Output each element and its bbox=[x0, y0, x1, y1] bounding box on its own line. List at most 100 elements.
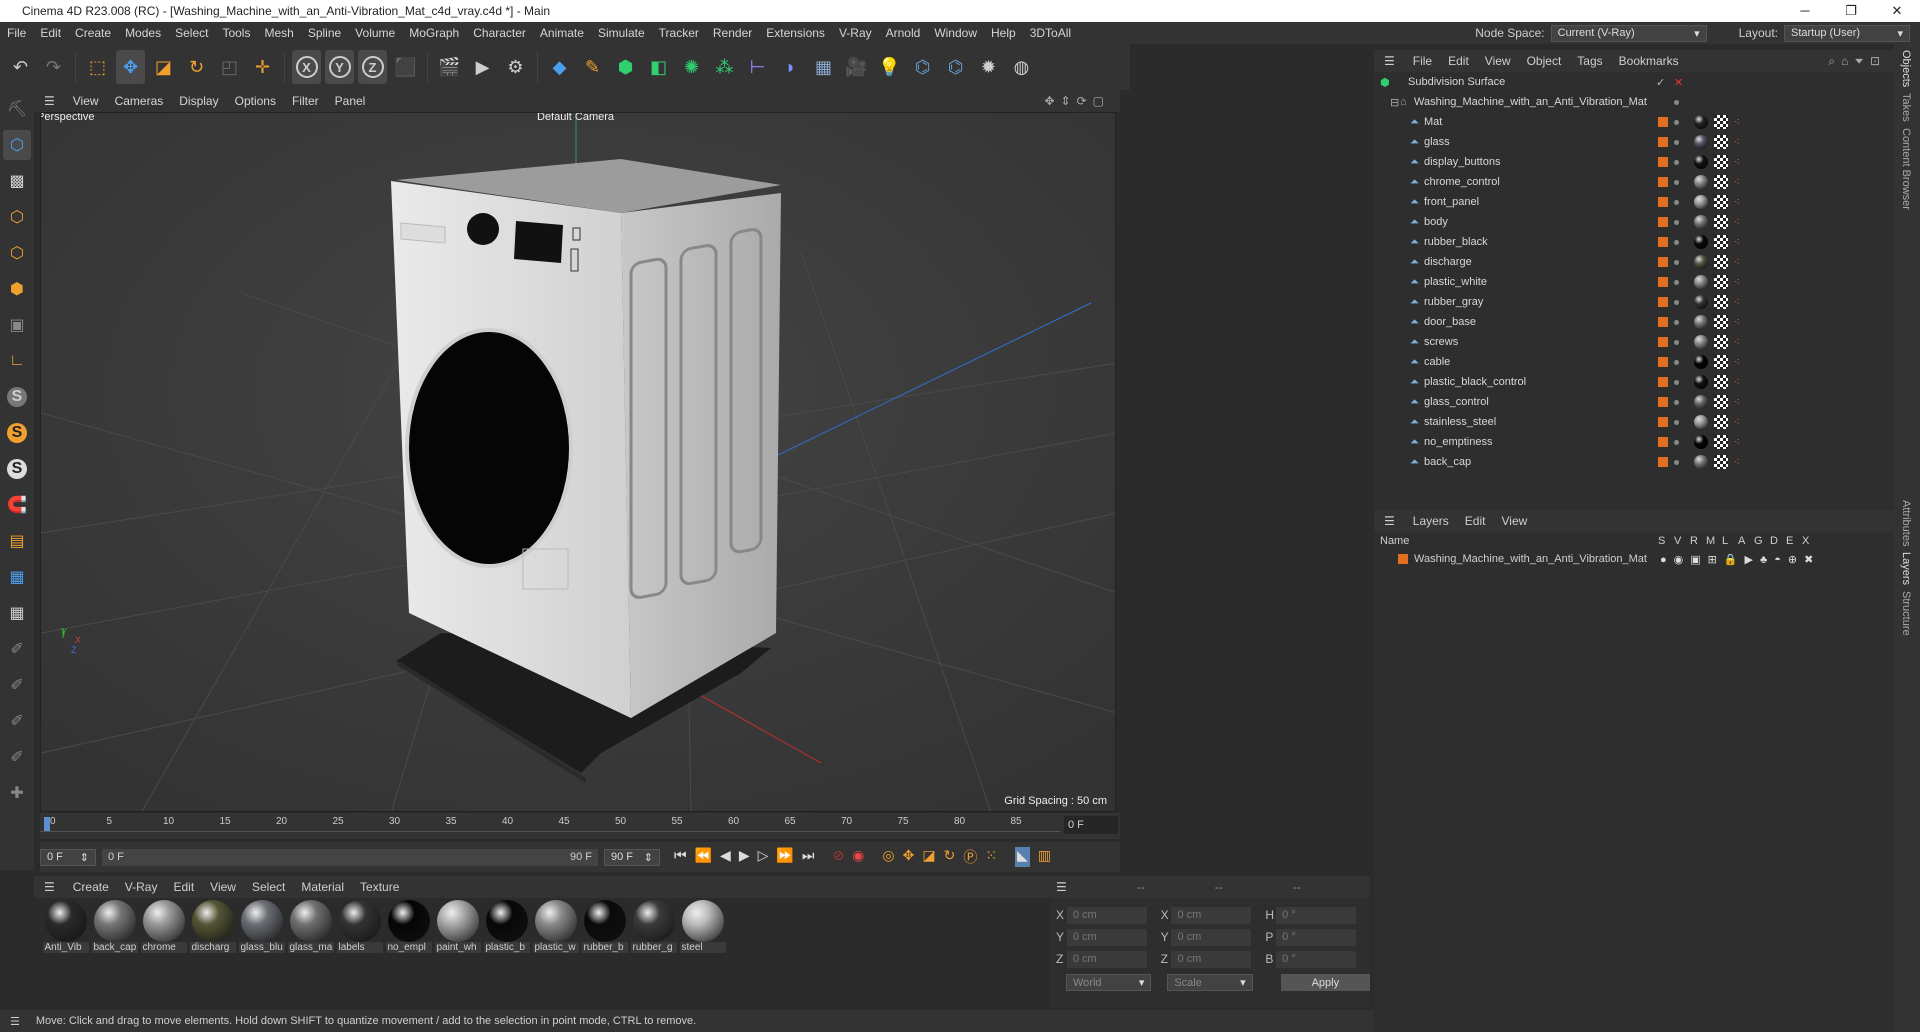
object-row[interactable]: ⏶ display_buttons ⁖ bbox=[1374, 152, 1894, 172]
menu-mograph[interactable]: MoGraph bbox=[402, 26, 466, 40]
material-tag[interactable] bbox=[1694, 215, 1708, 229]
menu-edit[interactable]: Edit bbox=[33, 26, 68, 40]
layer-tag[interactable] bbox=[1658, 397, 1668, 407]
texture-tag[interactable] bbox=[1714, 295, 1728, 309]
coord-space-select[interactable]: World ▾ bbox=[1066, 974, 1152, 991]
layer-tag[interactable] bbox=[1658, 337, 1668, 347]
material-swatch[interactable]: back_cap bbox=[91, 900, 138, 962]
texture-tag[interactable] bbox=[1714, 135, 1728, 149]
visibility-dot[interactable] bbox=[1674, 179, 1679, 185]
texture-tag[interactable] bbox=[1714, 215, 1728, 229]
object-row[interactable]: ⏶ back_cap ⁖ bbox=[1374, 452, 1894, 472]
material-tag[interactable] bbox=[1694, 115, 1708, 129]
size-x-field[interactable]: 0 cm bbox=[1171, 906, 1252, 924]
add-tool-button[interactable]: ✚ bbox=[3, 778, 31, 808]
layer-tag[interactable] bbox=[1658, 277, 1668, 287]
snap-settings-button[interactable]: S bbox=[3, 418, 31, 448]
visibility-dot[interactable] bbox=[1674, 139, 1679, 145]
visibility-dot[interactable] bbox=[1674, 299, 1679, 305]
object-row[interactable]: ⏶ glass_control ⁖ bbox=[1374, 392, 1894, 412]
material-menu-create[interactable]: Create bbox=[65, 880, 117, 894]
rotate-tool-button[interactable]: ↻ bbox=[182, 50, 211, 84]
object-row[interactable]: ⏶ plastic_white ⁖ bbox=[1374, 272, 1894, 292]
smooth-button[interactable]: ✐ bbox=[3, 706, 31, 736]
material-tag[interactable] bbox=[1694, 395, 1708, 409]
start-frame-field[interactable]: 0 F ⇕ bbox=[40, 848, 96, 866]
visibility-dot[interactable] bbox=[1674, 399, 1679, 405]
uv-mode-button[interactable]: ▣ bbox=[3, 310, 31, 340]
layer-menu-view[interactable]: View bbox=[1493, 514, 1535, 528]
object-row[interactable]: ⏶ glass ⁖ bbox=[1374, 132, 1894, 152]
material-tag[interactable] bbox=[1694, 135, 1708, 149]
object-row[interactable]: ⏶ no_emptiness ⁖ bbox=[1374, 432, 1894, 452]
menu-file[interactable]: File bbox=[0, 26, 33, 40]
vray-tag-icon[interactable]: ⁖ bbox=[1734, 237, 1740, 248]
previous-key-icon[interactable]: ⏪ bbox=[695, 847, 712, 867]
vray-tag-icon[interactable]: ⁖ bbox=[1734, 117, 1740, 128]
record-disabled-icon[interactable]: ⊘ bbox=[832, 847, 844, 867]
menu-simulate[interactable]: Simulate bbox=[591, 26, 652, 40]
vray-tag-icon[interactable]: ⁖ bbox=[1734, 177, 1740, 188]
polygon-mode-button[interactable]: ⬢ bbox=[3, 274, 31, 304]
floor-button[interactable]: ▦ bbox=[809, 50, 838, 84]
extrude-button[interactable]: ◧ bbox=[644, 50, 673, 84]
material-tag[interactable] bbox=[1694, 315, 1708, 329]
menu-window[interactable]: Window bbox=[927, 26, 984, 40]
material-tag[interactable] bbox=[1694, 175, 1708, 189]
visibility-dot[interactable] bbox=[1674, 419, 1679, 425]
material-menu-texture[interactable]: Texture bbox=[352, 880, 407, 894]
hamburger-icon[interactable]: ☰ bbox=[1056, 880, 1067, 894]
go-to-end-icon[interactable]: ⏭ bbox=[802, 847, 815, 867]
position-x-field[interactable]: 0 cm bbox=[1066, 906, 1147, 924]
layer-tag[interactable] bbox=[1658, 357, 1668, 367]
material-swatch[interactable]: glass_blu bbox=[238, 900, 285, 962]
cloner-button[interactable]: ✺ bbox=[677, 50, 706, 84]
texture-tag[interactable] bbox=[1714, 375, 1728, 389]
material-swatch[interactable]: glass_ma bbox=[287, 900, 334, 962]
texture-tag[interactable] bbox=[1714, 195, 1728, 209]
visibility-dot[interactable] bbox=[1674, 239, 1679, 245]
camera-button[interactable]: 🎥 bbox=[842, 50, 871, 84]
material-tag[interactable] bbox=[1694, 155, 1708, 169]
move-tool-button[interactable]: ✥ bbox=[116, 50, 145, 84]
texture-tag[interactable] bbox=[1714, 275, 1728, 289]
vray-tag-icon[interactable]: ⁖ bbox=[1734, 257, 1740, 268]
material-tag[interactable] bbox=[1694, 235, 1708, 249]
material-menu-select[interactable]: Select bbox=[244, 880, 293, 894]
material-swatch[interactable]: chrome bbox=[140, 900, 187, 962]
visibility-dot[interactable] bbox=[1674, 219, 1679, 225]
rotation-h-field[interactable]: 0 ° bbox=[1276, 906, 1357, 924]
sculpt-button[interactable]: ✐ bbox=[3, 670, 31, 700]
position-y-field[interactable]: 0 cm bbox=[1066, 928, 1147, 946]
visibility-dot[interactable] bbox=[1674, 359, 1679, 365]
menu-vray[interactable]: V-Ray bbox=[832, 26, 879, 40]
vray-tag-icon[interactable]: ⁖ bbox=[1734, 277, 1740, 288]
material-tag[interactable] bbox=[1694, 355, 1708, 369]
size-z-field[interactable]: 0 cm bbox=[1171, 950, 1252, 968]
scale-tool-button[interactable]: ◪ bbox=[149, 50, 178, 84]
object-row[interactable]: ⏶ stainless_steel ⁖ bbox=[1374, 412, 1894, 432]
autokey-icon[interactable]: ◉ bbox=[852, 847, 864, 867]
object-row-group[interactable]: ⊟ ⌂ Washing_Machine_with_an_Anti_Vibrati… bbox=[1374, 92, 1894, 112]
menu-render[interactable]: Render bbox=[706, 26, 759, 40]
hamburger-icon[interactable]: ☰ bbox=[1374, 514, 1405, 528]
magnet-button[interactable]: 🧲 bbox=[3, 490, 31, 520]
snap-enable-button[interactable]: S bbox=[3, 454, 31, 484]
layer-tag[interactable] bbox=[1658, 217, 1668, 227]
vray-tag-icon[interactable]: ⁖ bbox=[1734, 297, 1740, 308]
visibility-dot[interactable] bbox=[1674, 119, 1679, 125]
make-editable-button[interactable]: ⛏ bbox=[3, 94, 31, 124]
menu-3dtoall[interactable]: 3DToAll bbox=[1023, 26, 1078, 40]
layer-tag[interactable] bbox=[1658, 377, 1668, 387]
menu-modes[interactable]: Modes bbox=[118, 26, 168, 40]
play-icon[interactable]: ▶ bbox=[739, 847, 750, 867]
apply-button[interactable]: Apply bbox=[1280, 974, 1370, 991]
point-mode-button[interactable]: ⬡ bbox=[3, 202, 31, 232]
python-button[interactable]: ⌬ bbox=[908, 50, 937, 84]
python-generator-button[interactable]: ⌬ bbox=[941, 50, 970, 84]
layer-tag[interactable] bbox=[1658, 437, 1668, 447]
maximize-button[interactable]: ❐ bbox=[1828, 3, 1874, 19]
vray-tag-icon[interactable]: ⁖ bbox=[1734, 397, 1740, 408]
menu-mesh[interactable]: Mesh bbox=[257, 26, 300, 40]
settings-gear-button[interactable]: ✹ bbox=[974, 50, 1003, 84]
